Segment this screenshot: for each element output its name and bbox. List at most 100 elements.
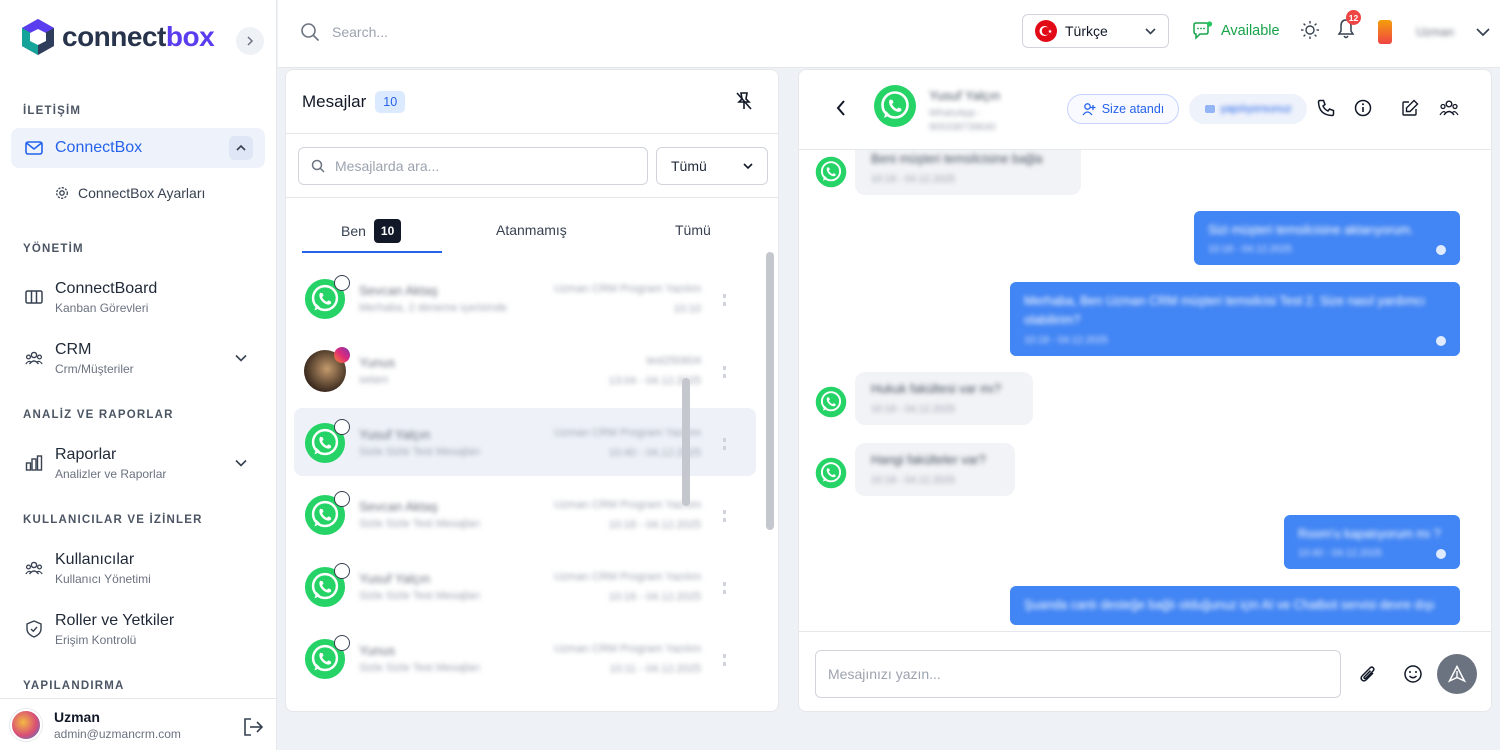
- chevron-down-icon[interactable]: [235, 459, 247, 467]
- message-text: Hangi fakülteler var?: [871, 453, 986, 467]
- avatar: [304, 275, 350, 320]
- contact-channel: WhatsApp -: [929, 108, 982, 119]
- users-group-icon[interactable]: [1439, 99, 1459, 117]
- message-filter-select[interactable]: Tümü: [656, 147, 768, 185]
- whatsapp-icon: [334, 563, 350, 579]
- sidebar-subitem-connectbox-settings[interactable]: ConnectBox Ayarları: [55, 183, 265, 203]
- status-label: Available: [1221, 23, 1280, 39]
- more-options-icon[interactable]: [723, 654, 726, 666]
- search-icon: [300, 22, 320, 42]
- more-options-icon[interactable]: [723, 366, 726, 378]
- outgoing-message: Room'u kapatıyorum mı ? 10:40 - 04.12.202…: [1284, 515, 1460, 570]
- conversation-item[interactable]: Yunus Sizle Sizle Test Mesajları Uzman CRM…: [294, 624, 756, 692]
- user-menu[interactable]: Uzman: [1378, 20, 1490, 44]
- timestamp: 10:11 - 04.12.2025: [609, 663, 701, 675]
- more-options-icon[interactable]: [723, 582, 726, 594]
- message-text: Şuanda canlı desteğe bağlı olduğunuz içi…: [1024, 598, 1435, 612]
- outgoing-message: Sizi müşteri temsilcisine aktarıyorum. 10…: [1194, 211, 1460, 266]
- sidebar-item-sublabel: Kanban Görevleri: [55, 300, 149, 315]
- contact-name: Sevcan Aktaş: [359, 283, 438, 298]
- avatar[interactable]: [10, 708, 42, 741]
- contact-name: Yunus: [359, 355, 396, 370]
- sidebar-collapse-button[interactable]: [236, 27, 264, 55]
- incoming-message: Hukuk fakültesi var mı? 10:18 - 04.12.202…: [855, 372, 1033, 425]
- sidebar-item-connectboard[interactable]: ConnectBoard Kanban Görevleri: [11, 276, 265, 318]
- user-name: Uzman: [1416, 25, 1455, 39]
- sidebar-item-raporlar[interactable]: Raporlar Analizler ve Raporlar: [11, 442, 265, 484]
- timestamp: 10:16 - 04.12.2025: [608, 591, 701, 603]
- cube-logo-icon: [22, 19, 54, 55]
- whatsapp-icon: [334, 491, 350, 507]
- paperclip-icon[interactable]: [1359, 664, 1377, 684]
- chat-messages: Beni müşteri temsilcisine bağla 10:18 - 0…: [799, 150, 1491, 631]
- contact-phone: 905338739640: [929, 122, 996, 133]
- more-options-icon[interactable]: [723, 438, 726, 450]
- sidebar-item-label: CRM: [55, 340, 92, 358]
- brand-logo[interactable]: connectbox: [20, 16, 215, 58]
- tag-icon: [1204, 105, 1215, 113]
- tab-label: Ben: [341, 223, 366, 239]
- sidebar-item-label: ConnectBox: [55, 139, 143, 156]
- search-icon: [311, 159, 325, 173]
- edit-icon[interactable]: [1401, 99, 1419, 117]
- sidebar-item-connectbox[interactable]: ConnectBox: [11, 128, 265, 168]
- sidebar-item-roller[interactable]: Roller ve Yetkiler Erişim Kontrolü: [11, 608, 265, 650]
- assigned-agent: Uzman CRM Program Yazılım: [554, 643, 701, 655]
- conversation-list: Sevcan Aktaş Merhaba, 2 deneme içerisinde…: [286, 254, 766, 711]
- back-icon[interactable]: [835, 99, 847, 117]
- sidebar-item-kullanicilar[interactable]: Kullanıcılar Kullanıcı Yönetimi: [11, 547, 265, 589]
- availability-status[interactable]: Available: [1192, 21, 1280, 41]
- contact-name: Yunus: [359, 643, 396, 658]
- scrollbar[interactable]: [682, 378, 690, 506]
- outgoing-message: Şuanda canlı desteğe bağlı olduğunuz içi…: [1010, 586, 1460, 626]
- section-title-iletisim: İLETİŞİM: [23, 105, 82, 117]
- global-search[interactable]: [300, 22, 632, 42]
- logout-icon[interactable]: [242, 717, 264, 737]
- avatar: [304, 635, 350, 680]
- whatsapp-icon: [304, 710, 346, 711]
- search-input[interactable]: [332, 24, 632, 40]
- chevron-down-icon[interactable]: [235, 354, 247, 362]
- last-message-preview: Sizle Sizle Test Mesajları: [359, 662, 481, 674]
- pin-off-icon[interactable]: [736, 92, 752, 110]
- smile-icon[interactable]: [1403, 664, 1423, 684]
- message-tabs: Ben 10 Atanmamış Tümü: [286, 198, 778, 254]
- more-options-icon[interactable]: [723, 510, 726, 522]
- message-search[interactable]: [298, 147, 648, 185]
- avatar: [304, 563, 350, 608]
- outgoing-message: Merhaba, Ben Uzman CRM müşteri temsilcis…: [1010, 282, 1460, 356]
- sidebar-item-label: Kullanıcılar: [55, 550, 135, 568]
- conversation-item[interactable]: Yusuf Yalçın Sizle Sizle Test Mesajları Uz…: [294, 552, 756, 620]
- tab-ben[interactable]: Ben 10: [341, 219, 402, 243]
- message-text: Room'u kapatıyorum mı ?: [1298, 527, 1441, 541]
- chevron-up-icon[interactable]: [229, 136, 253, 160]
- conversation-item[interactable]: Sevcan Aktaş Merhaba, 2 deneme içerisinde…: [294, 264, 756, 332]
- message-input[interactable]: [815, 650, 1341, 698]
- whatsapp-icon: [334, 419, 350, 435]
- assigned-agent: Uzman CRM Program Yazılım: [554, 427, 701, 439]
- whatsapp-icon: [334, 275, 350, 291]
- sidebar-item-sublabel: Erişim Kontrolü: [55, 632, 137, 647]
- conversation-item[interactable]: [294, 696, 756, 711]
- message-text: Hukuk fakültesi var mı?: [871, 382, 1001, 396]
- sidebar-item-label: ConnectBoard: [55, 279, 158, 297]
- message-search-input[interactable]: [335, 158, 625, 174]
- sidebar-user-footer: Uzman admin@uzmancrm.com: [0, 698, 277, 750]
- assigned-to-me-button[interactable]: Size atandı: [1067, 94, 1179, 124]
- users-group-icon: [23, 350, 45, 366]
- sidebar-item-crm[interactable]: CRM Crm/Müşteriler: [11, 337, 265, 379]
- scrollbar[interactable]: [766, 252, 774, 530]
- tab-atanmamis[interactable]: Atanmamış: [496, 222, 567, 238]
- message-time: 10:40 - 04.12.2025: [1298, 548, 1382, 560]
- more-options-icon[interactable]: [723, 294, 726, 306]
- message-text: Sizi müşteri temsilcisine aktarıyorum.: [1208, 223, 1414, 237]
- message-text: Merhaba, Ben Uzman CRM müşteri temsilcis…: [1024, 294, 1426, 328]
- send-button[interactable]: [1437, 654, 1477, 694]
- phone-icon[interactable]: [1317, 99, 1335, 117]
- sun-icon[interactable]: [1300, 20, 1320, 40]
- messages-panel: Mesajlar 10 Tümü Ben 10 Atanmamış Tümü S…: [285, 69, 779, 712]
- tag-button[interactable]: yapılıyorsunuz: [1189, 94, 1307, 124]
- info-icon[interactable]: [1354, 99, 1372, 117]
- language-select[interactable]: Türkçe: [1022, 14, 1169, 48]
- tab-tumu[interactable]: Tümü: [675, 222, 711, 238]
